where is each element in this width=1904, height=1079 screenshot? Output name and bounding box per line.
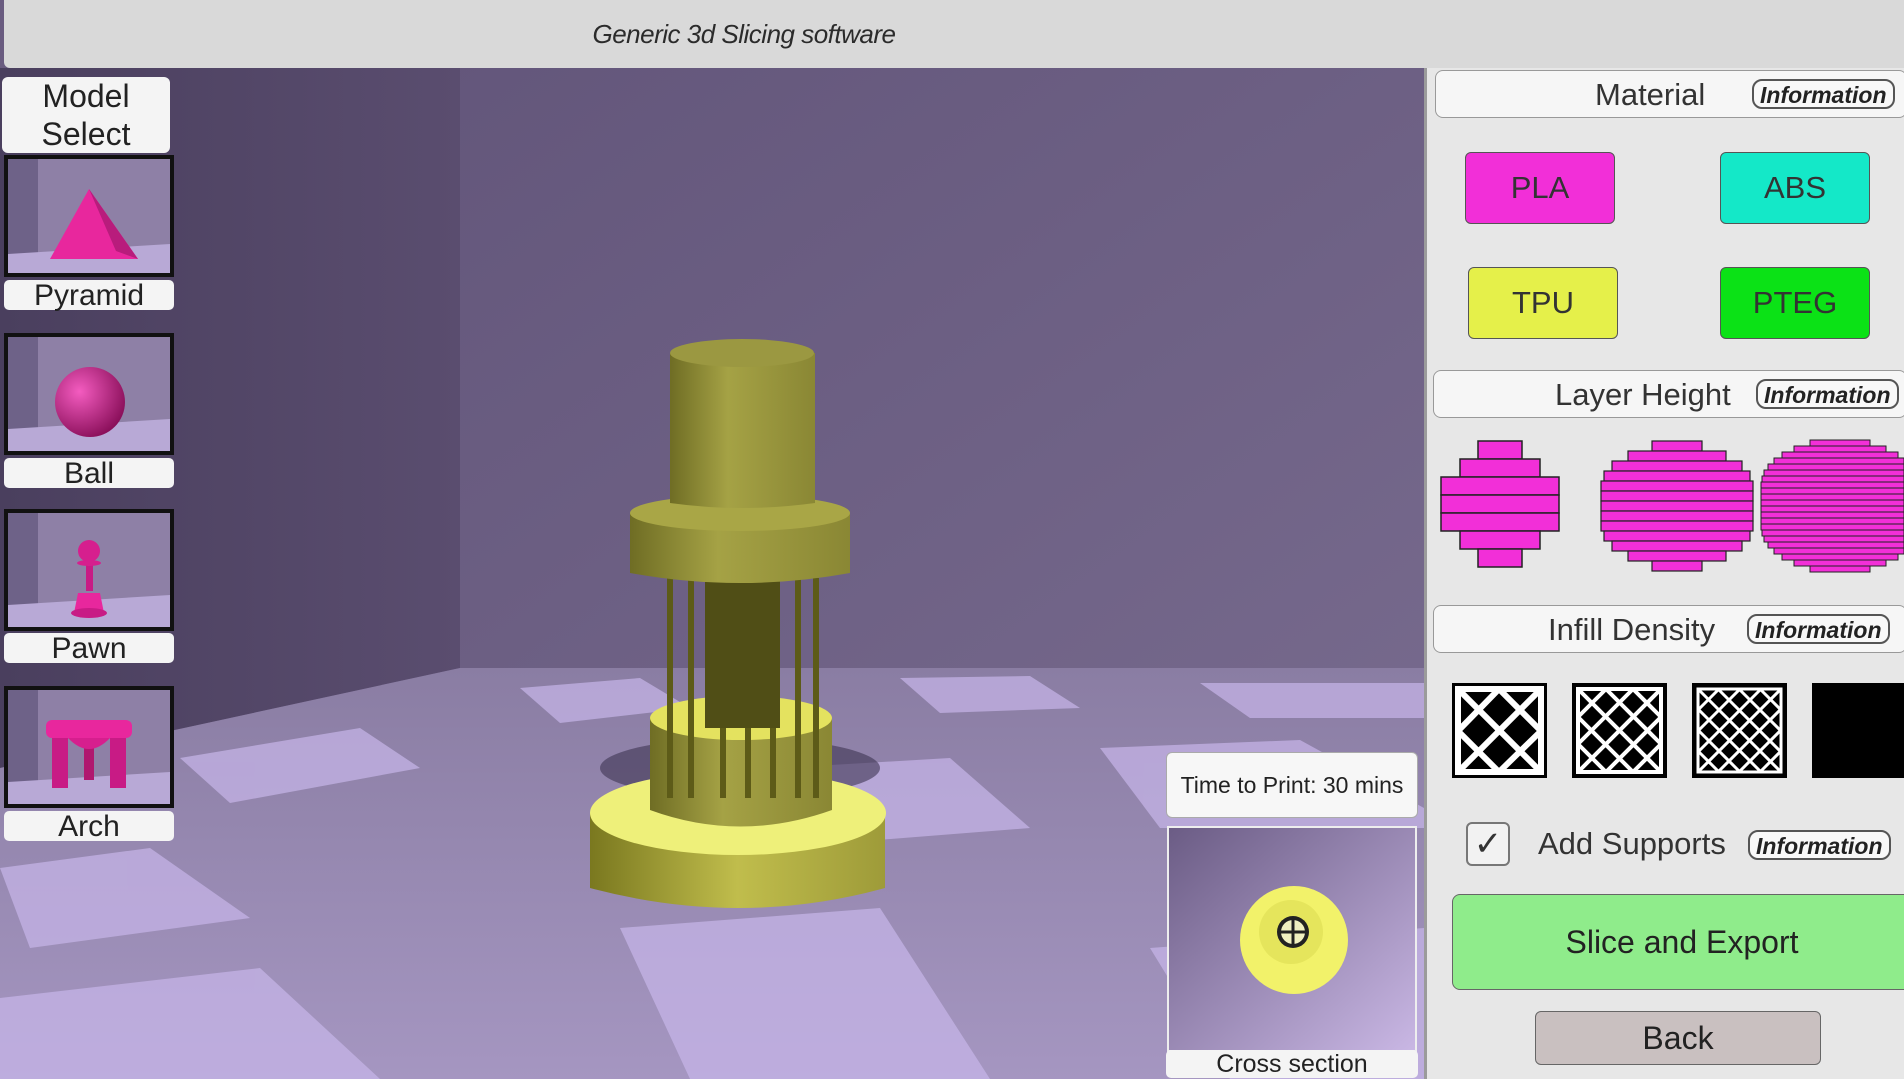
- layer-height-coarse-option[interactable]: [1440, 440, 1560, 576]
- cross-section-icon: [1169, 828, 1415, 1050]
- material-tpu-button[interactable]: TPU: [1468, 267, 1618, 339]
- material-abs-button[interactable]: ABS: [1720, 152, 1870, 224]
- layer-height-info-button[interactable]: Information: [1756, 379, 1899, 409]
- pawn-thumbnail[interactable]: [4, 509, 174, 631]
- checkmark-icon: ✓: [1473, 825, 1503, 863]
- add-supports-checkbox[interactable]: ✓: [1466, 822, 1510, 866]
- infill-density-header: Infill Density Information: [1433, 605, 1904, 653]
- layer-height-title: Layer Height: [1555, 377, 1731, 412]
- material-header: Material Information: [1435, 70, 1904, 118]
- add-supports-info-button[interactable]: Information: [1748, 830, 1891, 860]
- material-pla-button[interactable]: PLA: [1465, 152, 1615, 224]
- material-title: Material: [1595, 77, 1706, 112]
- title-bar: Generic 3d Slicing software: [4, 0, 1904, 68]
- arch-icon: [8, 690, 170, 804]
- pyramid-icon: [8, 159, 170, 273]
- layer-height-medium-option[interactable]: [1600, 440, 1754, 576]
- model-label-pawn[interactable]: Pawn: [4, 633, 174, 665]
- infill-density-info-button[interactable]: Information: [1747, 614, 1890, 644]
- cross-section-label: Cross section: [1166, 1050, 1418, 1078]
- pyramid-thumbnail[interactable]: [4, 155, 174, 277]
- time-to-print: Time to Print: 30 mins: [1166, 752, 1418, 818]
- model-label-pyramid[interactable]: Pyramid: [4, 280, 174, 312]
- material-pteg-button[interactable]: PTEG: [1720, 267, 1870, 339]
- infill-density-title: Infill Density: [1548, 612, 1716, 647]
- model-label-ball[interactable]: Ball: [4, 458, 174, 490]
- model-select-header: Model Select: [2, 77, 170, 153]
- model-label-arch[interactable]: Arch: [4, 811, 174, 843]
- infill-sparse-option[interactable]: [1452, 683, 1547, 778]
- arch-thumbnail[interactable]: [4, 686, 174, 808]
- app-title: Generic 3d Slicing software: [592, 18, 896, 49]
- ball-icon: [8, 337, 170, 451]
- ball-thumbnail[interactable]: [4, 333, 174, 455]
- back-button[interactable]: Back: [1535, 1011, 1821, 1065]
- pawn-icon: [8, 513, 170, 627]
- infill-solid-option[interactable]: [1812, 683, 1904, 778]
- add-supports-label: Add Supports: [1538, 826, 1726, 861]
- material-info-button[interactable]: Information: [1752, 79, 1895, 109]
- slice-and-export-button[interactable]: Slice and Export: [1452, 894, 1904, 990]
- cross-section-view: [1167, 826, 1417, 1052]
- infill-dense-option[interactable]: [1692, 683, 1787, 778]
- infill-medium-option[interactable]: [1572, 683, 1667, 778]
- layer-height-fine-option[interactable]: [1760, 438, 1904, 578]
- layer-height-header: Layer Height Information: [1433, 370, 1904, 418]
